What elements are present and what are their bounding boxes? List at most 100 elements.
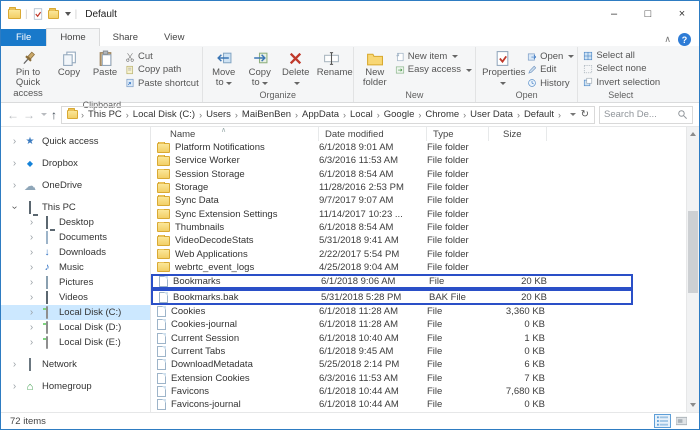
column-header-name[interactable]: ∧Name <box>151 127 319 141</box>
chevron-right-icon[interactable]: › <box>28 217 35 228</box>
column-header-size[interactable]: Size <box>489 127 547 141</box>
select-all-button[interactable]: Select all <box>583 50 660 61</box>
copy-path-button[interactable]: Copy path <box>125 64 199 75</box>
pin-to-quick-access-button[interactable]: Pin to Quick access <box>5 47 51 99</box>
sidebar-item-downloads[interactable]: ›↓Downloads <box>1 245 150 260</box>
breadcrumb-local-disk-c[interactable]: Local Disk (C:) <box>130 109 198 120</box>
table-row[interactable]: Service Worker6/3/2016 11:53 AMFile fold… <box>151 154 686 167</box>
chevron-right-icon[interactable]: › <box>28 247 35 258</box>
new-folder-button[interactable]: New folder <box>357 47 393 89</box>
scroll-up-icon[interactable] <box>690 132 696 136</box>
chevron-right-icon[interactable]: › <box>11 359 18 370</box>
breadcrumb-maibenben[interactable]: MaiBenBen <box>239 109 294 120</box>
search-input[interactable]: Search De... <box>599 106 693 124</box>
chevron-right-icon[interactable]: › <box>28 262 35 273</box>
details-view-button[interactable] <box>654 414 671 428</box>
breadcrumb-users[interactable]: Users <box>203 109 234 120</box>
qat-dropdown-icon[interactable] <box>65 12 71 16</box>
thumbnails-view-button[interactable] <box>673 414 690 428</box>
table-row[interactable]: Favicons6/1/2018 10:44 AMFile7,680 KB <box>151 385 686 398</box>
history-button[interactable]: History <box>527 78 574 89</box>
table-row[interactable]: Platform Notifications6/1/2018 9:01 AMFi… <box>151 141 686 154</box>
table-row[interactable]: Current Session6/1/2018 10:40 AMFile1 KB <box>151 332 686 345</box>
table-row[interactable]: Cookies-journal6/1/2018 11:28 AMFile0 KB <box>151 318 686 331</box>
breadcrumb-this-pc[interactable]: This PC <box>85 109 125 120</box>
recent-locations-icon[interactable] <box>41 113 47 116</box>
move-to-button[interactable]: Move to <box>206 47 242 89</box>
table-row[interactable]: Favicons-journal6/1/2018 10:44 AMFile0 K… <box>151 398 686 411</box>
copy-to-button[interactable]: Copy to <box>242 47 278 89</box>
table-row[interactable]: DownloadMetadata5/25/2018 2:14 PMFile6 K… <box>151 358 686 371</box>
table-row[interactable]: Extension Cookies6/3/2016 11:53 AMFile7 … <box>151 371 686 384</box>
chevron-right-icon[interactable]: › <box>28 307 35 318</box>
table-row[interactable]: Thumbnails6/1/2018 8:54 AMFile folder <box>151 221 686 234</box>
table-row[interactable]: Storage11/28/2016 2:53 PMFile folder <box>151 181 686 194</box>
tab-share[interactable]: Share <box>100 29 151 46</box>
table-row[interactable]: Session Storage6/1/2018 8:54 AMFile fold… <box>151 168 686 181</box>
forward-icon[interactable]: → <box>23 108 35 122</box>
sidebar-item-onedrive[interactable]: ›☁OneDrive <box>1 178 150 193</box>
breadcrumb-local[interactable]: Local <box>347 109 376 120</box>
paste-shortcut-button[interactable]: Paste shortcut <box>125 78 199 89</box>
open-button[interactable]: Open <box>527 51 574 62</box>
new-folder-qat-icon[interactable] <box>48 10 59 19</box>
chevron-right-icon[interactable]: › <box>11 136 18 147</box>
tab-view[interactable]: View <box>151 29 197 46</box>
sidebar-item-local-disk-c[interactable]: ›Local Disk (C:) <box>1 305 150 320</box>
sidebar-item-local-disk-d[interactable]: ›Local Disk (D:) <box>1 320 150 335</box>
paste-button[interactable]: Paste <box>87 47 123 78</box>
table-row[interactable]: VideoDecodeStats5/31/2018 9:41 AMFile fo… <box>151 234 686 247</box>
address-dropdown-icon[interactable] <box>570 113 576 116</box>
sidebar-item-music[interactable]: ›♪Music <box>1 260 150 275</box>
column-header-date-modified[interactable]: Date modified <box>319 127 427 141</box>
new-item-button[interactable]: New item <box>395 51 472 62</box>
up-icon[interactable]: ↑ <box>51 108 57 122</box>
breadcrumb-default[interactable]: Default <box>521 109 557 120</box>
minimize-button[interactable]: – <box>597 1 631 27</box>
easy-access-button[interactable]: Easy access <box>395 64 472 75</box>
properties-qat-icon[interactable] <box>32 8 44 20</box>
collapse-ribbon-icon[interactable]: ∧ <box>664 34 671 45</box>
address-bar[interactable]: › This PC › Local Disk (C:) › Users › Ma… <box>61 106 595 124</box>
tab-file[interactable]: File <box>1 29 46 46</box>
table-row[interactable]: Sync Extension Settings11/14/2017 10:23 … <box>151 207 686 220</box>
sidebar-item-videos[interactable]: ›Videos <box>1 290 150 305</box>
scroll-down-icon[interactable] <box>690 403 696 407</box>
chevron-right-icon[interactable]: › <box>28 232 35 243</box>
chevron-right-icon[interactable]: › <box>28 322 35 333</box>
select-none-button[interactable]: Select none <box>583 63 660 74</box>
sidebar-item-local-disk-e[interactable]: ›Local Disk (E:) <box>1 335 150 350</box>
rename-button[interactable]: Rename <box>314 47 350 78</box>
invert-selection-button[interactable]: Invert selection <box>583 77 660 88</box>
column-header-type[interactable]: Type <box>427 127 489 141</box>
sidebar-item-desktop[interactable]: ›Desktop <box>1 215 150 230</box>
chevron-down-icon[interactable]: › <box>9 204 20 211</box>
maximize-button[interactable]: □ <box>631 1 665 27</box>
sidebar-item-pictures[interactable]: ›Pictures <box>1 275 150 290</box>
breadcrumb-user-data[interactable]: User Data <box>467 109 516 120</box>
close-button[interactable]: × <box>665 1 699 27</box>
sidebar-item-homegroup[interactable]: ›⌂Homegroup <box>1 379 150 394</box>
scrollbar-thumb[interactable] <box>688 211 698 293</box>
properties-button[interactable]: Properties <box>479 47 525 89</box>
breadcrumb-appdata[interactable]: AppData <box>299 109 342 120</box>
table-row-bookmarks-highlighted[interactable]: Bookmarks6/1/2018 9:06 AMFile20 KB <box>151 274 633 290</box>
vertical-scrollbar[interactable] <box>686 127 699 412</box>
edit-button[interactable]: Edit <box>527 64 574 75</box>
table-row[interactable]: Cookies6/1/2018 11:28 AMFile3,360 KB <box>151 305 686 318</box>
cut-button[interactable]: Cut <box>125 51 199 62</box>
breadcrumb-google[interactable]: Google <box>381 109 418 120</box>
sidebar-item-this-pc[interactable]: ›This PC <box>1 200 150 215</box>
refresh-icon[interactable]: ↻ <box>581 109 589 120</box>
table-row[interactable]: Current Tabs6/1/2018 9:45 AMFile0 KB <box>151 345 686 358</box>
chevron-right-icon[interactable]: › <box>28 277 35 288</box>
table-row[interactable]: webrtc_event_logs4/25/2018 9:04 AMFile f… <box>151 261 686 274</box>
chevron-right-icon[interactable]: › <box>11 180 18 191</box>
help-icon[interactable]: ? <box>678 33 691 46</box>
chevron-right-icon[interactable]: › <box>28 292 35 303</box>
table-row[interactable]: Sync Data9/7/2017 9:07 AMFile folder <box>151 194 686 207</box>
table-row-bookmarks-bak-highlighted[interactable]: Bookmarks.bak5/31/2018 5:28 PMBAK File20… <box>151 289 633 305</box>
table-row[interactable]: Web Applications2/22/2017 5:54 PMFile fo… <box>151 247 686 260</box>
sidebar-item-documents[interactable]: ›Documents <box>1 230 150 245</box>
delete-button[interactable]: Delete <box>278 47 314 89</box>
